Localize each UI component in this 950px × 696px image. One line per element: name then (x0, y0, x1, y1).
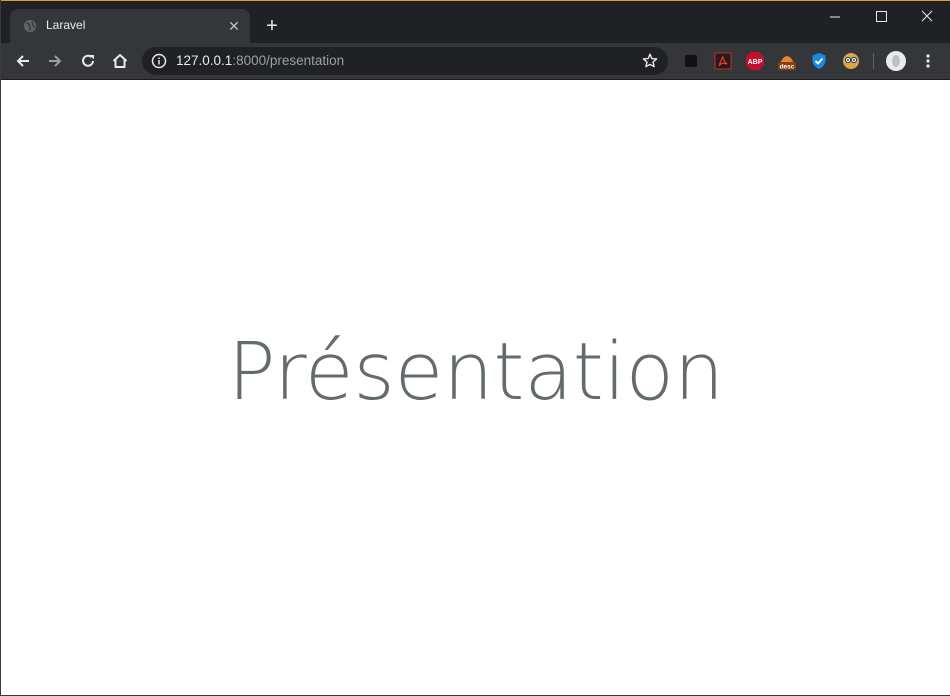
tab-close-icon[interactable]: ✕ (226, 18, 242, 34)
new-tab-button[interactable]: + (262, 16, 282, 36)
profile-avatar-icon[interactable] (885, 50, 907, 72)
url-text[interactable]: 127.0.0.1:8000/presentation (176, 53, 344, 69)
adblock-plus-icon[interactable]: ABP (745, 51, 765, 71)
kebab-menu-icon[interactable] (918, 51, 938, 71)
reload-icon[interactable] (78, 51, 98, 71)
maximize-icon[interactable] (858, 5, 904, 29)
tab-title: Laravel (46, 18, 86, 32)
globe-icon (23, 19, 37, 33)
tab-strip: Laravel ✕ + (1, 1, 950, 43)
shield-check-icon[interactable] (809, 51, 829, 71)
browser-toolbar: 127.0.0.1:8000/presentation ABP desc (1, 43, 950, 80)
owl-extension-icon[interactable] (841, 51, 861, 71)
back-arrow-icon[interactable] (13, 51, 33, 71)
pdf-extension-icon[interactable] (713, 51, 733, 71)
desc-extension-icon[interactable]: desc (777, 51, 797, 71)
forward-arrow-icon[interactable] (45, 51, 65, 71)
page-content: Présentation (2, 80, 950, 695)
minimize-icon[interactable] (812, 5, 858, 29)
svg-text:ABP: ABP (748, 59, 763, 66)
black-square-extension-icon[interactable] (681, 51, 701, 71)
url-host: 127.0.0.1 (176, 53, 233, 68)
home-icon[interactable] (110, 51, 130, 71)
address-bar[interactable]: 127.0.0.1:8000/presentation (142, 47, 668, 75)
close-icon[interactable] (904, 5, 950, 29)
toolbar-separator (873, 53, 874, 69)
tab-laravel[interactable]: Laravel ✕ (10, 9, 250, 43)
star-icon[interactable] (641, 52, 659, 70)
info-icon[interactable] (151, 53, 167, 69)
page-title: Présentation (227, 326, 725, 418)
url-path: :8000/presentation (232, 53, 345, 68)
svg-text:desc: desc (780, 64, 795, 71)
browser-window: Laravel ✕ + 127.0.0.1:8000/presentation … (0, 0, 950, 696)
